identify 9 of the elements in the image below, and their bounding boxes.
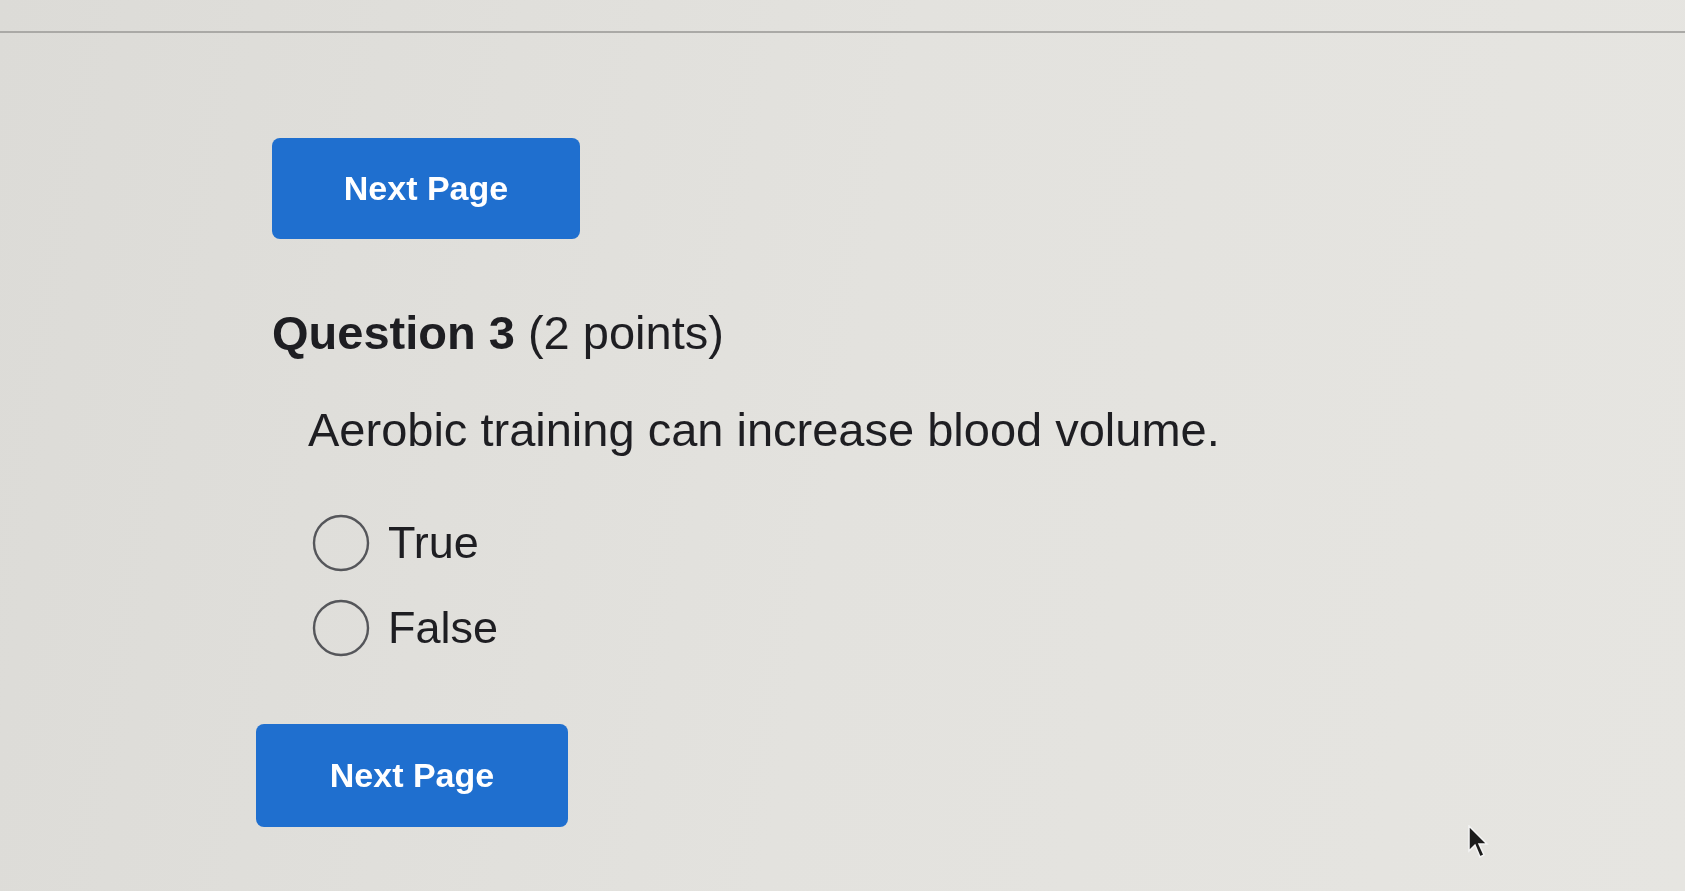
- question-text: Aerobic training can increase blood volume.: [308, 402, 1220, 458]
- question-heading: Question 3 (2 points): [272, 305, 724, 360]
- cursor-icon: [1467, 825, 1491, 859]
- radio-button[interactable]: [312, 599, 370, 657]
- radio-button[interactable]: [312, 514, 370, 572]
- next-page-button[interactable]: Next Page: [256, 724, 568, 827]
- next-page-button[interactable]: Next Page: [272, 138, 580, 239]
- option-label[interactable]: False: [388, 601, 499, 655]
- option-label[interactable]: True: [388, 516, 479, 570]
